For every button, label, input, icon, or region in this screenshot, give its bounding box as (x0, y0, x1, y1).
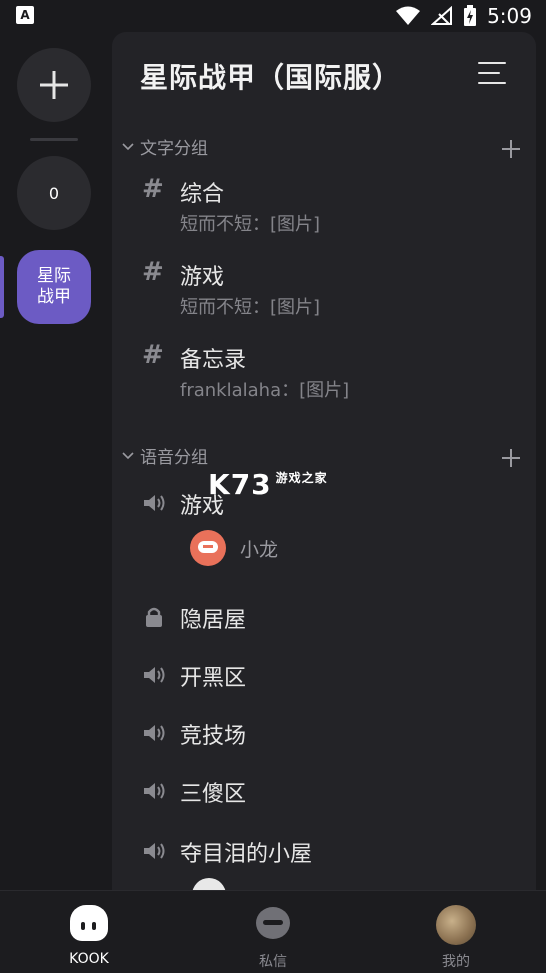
channel-name: 综合 (180, 182, 225, 207)
category-voice[interactable]: 语音分组 (122, 443, 208, 468)
server-icon-label-line1: 星际 (37, 266, 71, 286)
member-name: 小龙 (240, 539, 279, 561)
speaker-icon (144, 843, 165, 859)
hash-icon: # (142, 340, 164, 370)
nav-label: KOOK (69, 951, 109, 967)
channel-name: 三傻区 (180, 782, 247, 807)
server-title[interactable]: 星际战甲（国际服） (140, 56, 401, 96)
category-label: 文字分组 (140, 139, 208, 159)
kook-icon (70, 905, 108, 941)
watermark-tagline: 游戏之家 (275, 471, 328, 485)
watermark-brand: K73 (208, 468, 272, 501)
chevron-down-icon (122, 142, 134, 150)
server-icon-label-line2: 战甲 (37, 287, 71, 307)
unread-count-button[interactable]: 0 (17, 156, 91, 230)
nav-tab-messages[interactable]: 私信 (223, 899, 323, 970)
channel-name: 夺目泪的小屋 (180, 842, 313, 867)
menu-icon[interactable] (478, 62, 506, 86)
nav-tab-profile[interactable]: 我的 (406, 899, 506, 970)
add-server-button[interactable] (17, 48, 91, 122)
rail-divider (30, 138, 78, 141)
nav-label: 私信 (259, 954, 287, 970)
status-bar: A 5:09 (0, 0, 546, 30)
add-text-channel-button[interactable] (502, 140, 520, 158)
avatar (190, 530, 226, 566)
chevron-down-icon (122, 451, 134, 459)
speaker-icon (144, 783, 165, 799)
clock: 5:09 (487, 4, 532, 28)
speaker-icon (144, 725, 165, 741)
no-signal-icon (431, 6, 453, 25)
active-server-indicator (0, 256, 4, 318)
channel-name: 备忘录 (180, 348, 247, 373)
plus-icon (40, 71, 68, 99)
speaker-icon (144, 495, 165, 511)
channel-name: 隐居屋 (180, 608, 247, 633)
category-text[interactable]: 文字分组 (122, 134, 208, 159)
battery-charging-icon (464, 5, 477, 26)
server-rail: 0 星际 战甲 (0, 30, 108, 890)
channel-last-message: 短而不短：[图片] (180, 297, 321, 318)
channel-name: 开黑区 (180, 666, 247, 691)
lock-icon (146, 607, 162, 627)
server-icon-warframe[interactable]: 星际 战甲 (17, 250, 91, 324)
wifi-icon (396, 6, 421, 25)
channel-panel: 星际战甲（国际服） 文字分组 # 综合 短而不短：[图片] # 游戏 短而不短：… (112, 32, 536, 892)
category-label: 语音分组 (140, 448, 208, 468)
bottom-nav: KOOK 私信 我的 (0, 890, 546, 973)
add-voice-channel-button[interactable] (502, 449, 520, 467)
hash-icon: # (142, 257, 164, 287)
nav-label: 我的 (442, 954, 470, 970)
chat-bubble-icon (256, 907, 290, 939)
speaker-icon (144, 667, 165, 683)
nav-tab-kook[interactable]: KOOK (39, 899, 139, 969)
avatar (436, 905, 476, 945)
channel-last-message: 短而不短：[图片] (180, 214, 321, 235)
watermark: K73 游戏之家 (208, 468, 328, 501)
channel-last-message: franklalaha：[图片] (180, 380, 350, 401)
unread-count: 0 (48, 183, 60, 203)
app-notification-icon: A (16, 6, 34, 24)
channel-name: 游戏 (180, 265, 225, 290)
hash-icon: # (142, 174, 164, 204)
channel-name: 竞技场 (180, 724, 247, 749)
